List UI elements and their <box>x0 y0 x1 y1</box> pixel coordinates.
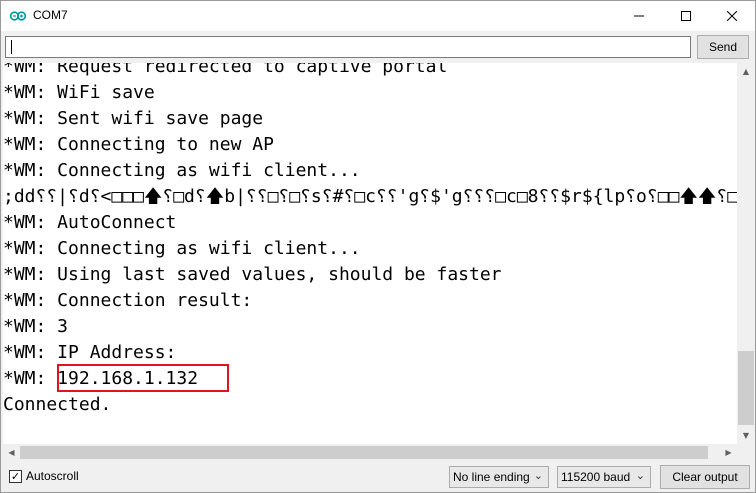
output-line: *WM: AutoConnect <box>3 212 177 233</box>
scroll-right-icon[interactable]: ▶ <box>720 444 737 461</box>
minimize-button[interactable] <box>616 1 662 31</box>
chevron-down-icon: ⌄ <box>533 470 543 482</box>
horizontal-scroll-thumb[interactable] <box>20 446 708 459</box>
horizontal-scrollbar[interactable]: ◀ ▶ <box>3 444 737 461</box>
output-line: *WM: Connecting as wifi client... <box>3 238 361 259</box>
output-line: *WM: IP Address: <box>3 342 177 363</box>
serial-monitor-window: COM7 Send *WM: Request redirected to cap… <box>0 0 756 493</box>
checkmark-icon: ✓ <box>10 470 21 483</box>
window-title: COM7 <box>33 8 68 22</box>
output-line: *WM: 3 <box>3 316 69 337</box>
output-line: *WM: Request redirected to captive porta… <box>3 63 448 77</box>
output-line: *WM: Using last saved values, should be … <box>3 264 502 285</box>
output-line: *WM: Sent wifi save page <box>3 108 264 129</box>
maximize-icon <box>681 11 691 21</box>
close-icon <box>727 11 737 21</box>
line-ending-select[interactable]: No line ending ⌄ <box>449 466 549 488</box>
bottom-bar: ✓ Autoscroll No line ending ⌄ 115200 bau… <box>1 462 755 492</box>
maximize-button[interactable] <box>663 1 709 31</box>
scroll-down-icon[interactable]: ▼ <box>737 427 755 444</box>
send-button[interactable]: Send <box>697 35 749 59</box>
output-line: *WM: Connecting to new AP <box>3 134 274 155</box>
autoscroll-label: Autoscroll <box>26 469 79 483</box>
baud-rate-select[interactable]: 115200 baud ⌄ <box>557 466 651 488</box>
vertical-scrollbar[interactable]: ▲ ▼ <box>737 63 755 444</box>
minimize-icon <box>634 15 644 17</box>
title-bar: COM7 <box>1 1 755 31</box>
close-button[interactable] <box>709 1 755 31</box>
chevron-down-icon: ⌄ <box>635 470 645 482</box>
scroll-up-icon[interactable]: ▲ <box>737 63 755 80</box>
output-line-garbage: ;dd⸮⸮|⸮d⸮<□□□🡅⸮□d⸮🡅b|⸮⸮□⸮□⸮s⸮#⸮□c⸮⸮'g⸮$'… <box>3 186 737 207</box>
line-ending-value: No line ending <box>453 470 530 484</box>
output-line: *WM: WiFi save <box>3 82 155 103</box>
serial-output[interactable]: *WM: Request redirected to captive porta… <box>3 63 737 444</box>
output-line: *WM: Connecting as wifi client... <box>3 160 361 181</box>
autoscroll-checkbox[interactable]: ✓ <box>9 470 22 483</box>
scroll-left-icon[interactable]: ◀ <box>3 444 20 461</box>
arduino-logo-icon <box>10 11 26 21</box>
output-line: *WM: Connection result: <box>3 290 253 311</box>
scrollbar-corner <box>737 444 755 461</box>
text-caret <box>11 40 12 54</box>
clear-output-button[interactable]: Clear output <box>660 465 750 489</box>
vertical-scroll-thumb[interactable] <box>738 351 754 425</box>
baud-rate-value: 115200 baud <box>561 470 631 484</box>
ip-address-highlight-box <box>57 364 229 392</box>
send-input[interactable] <box>5 36 691 58</box>
output-line: Connected. <box>3 394 112 415</box>
